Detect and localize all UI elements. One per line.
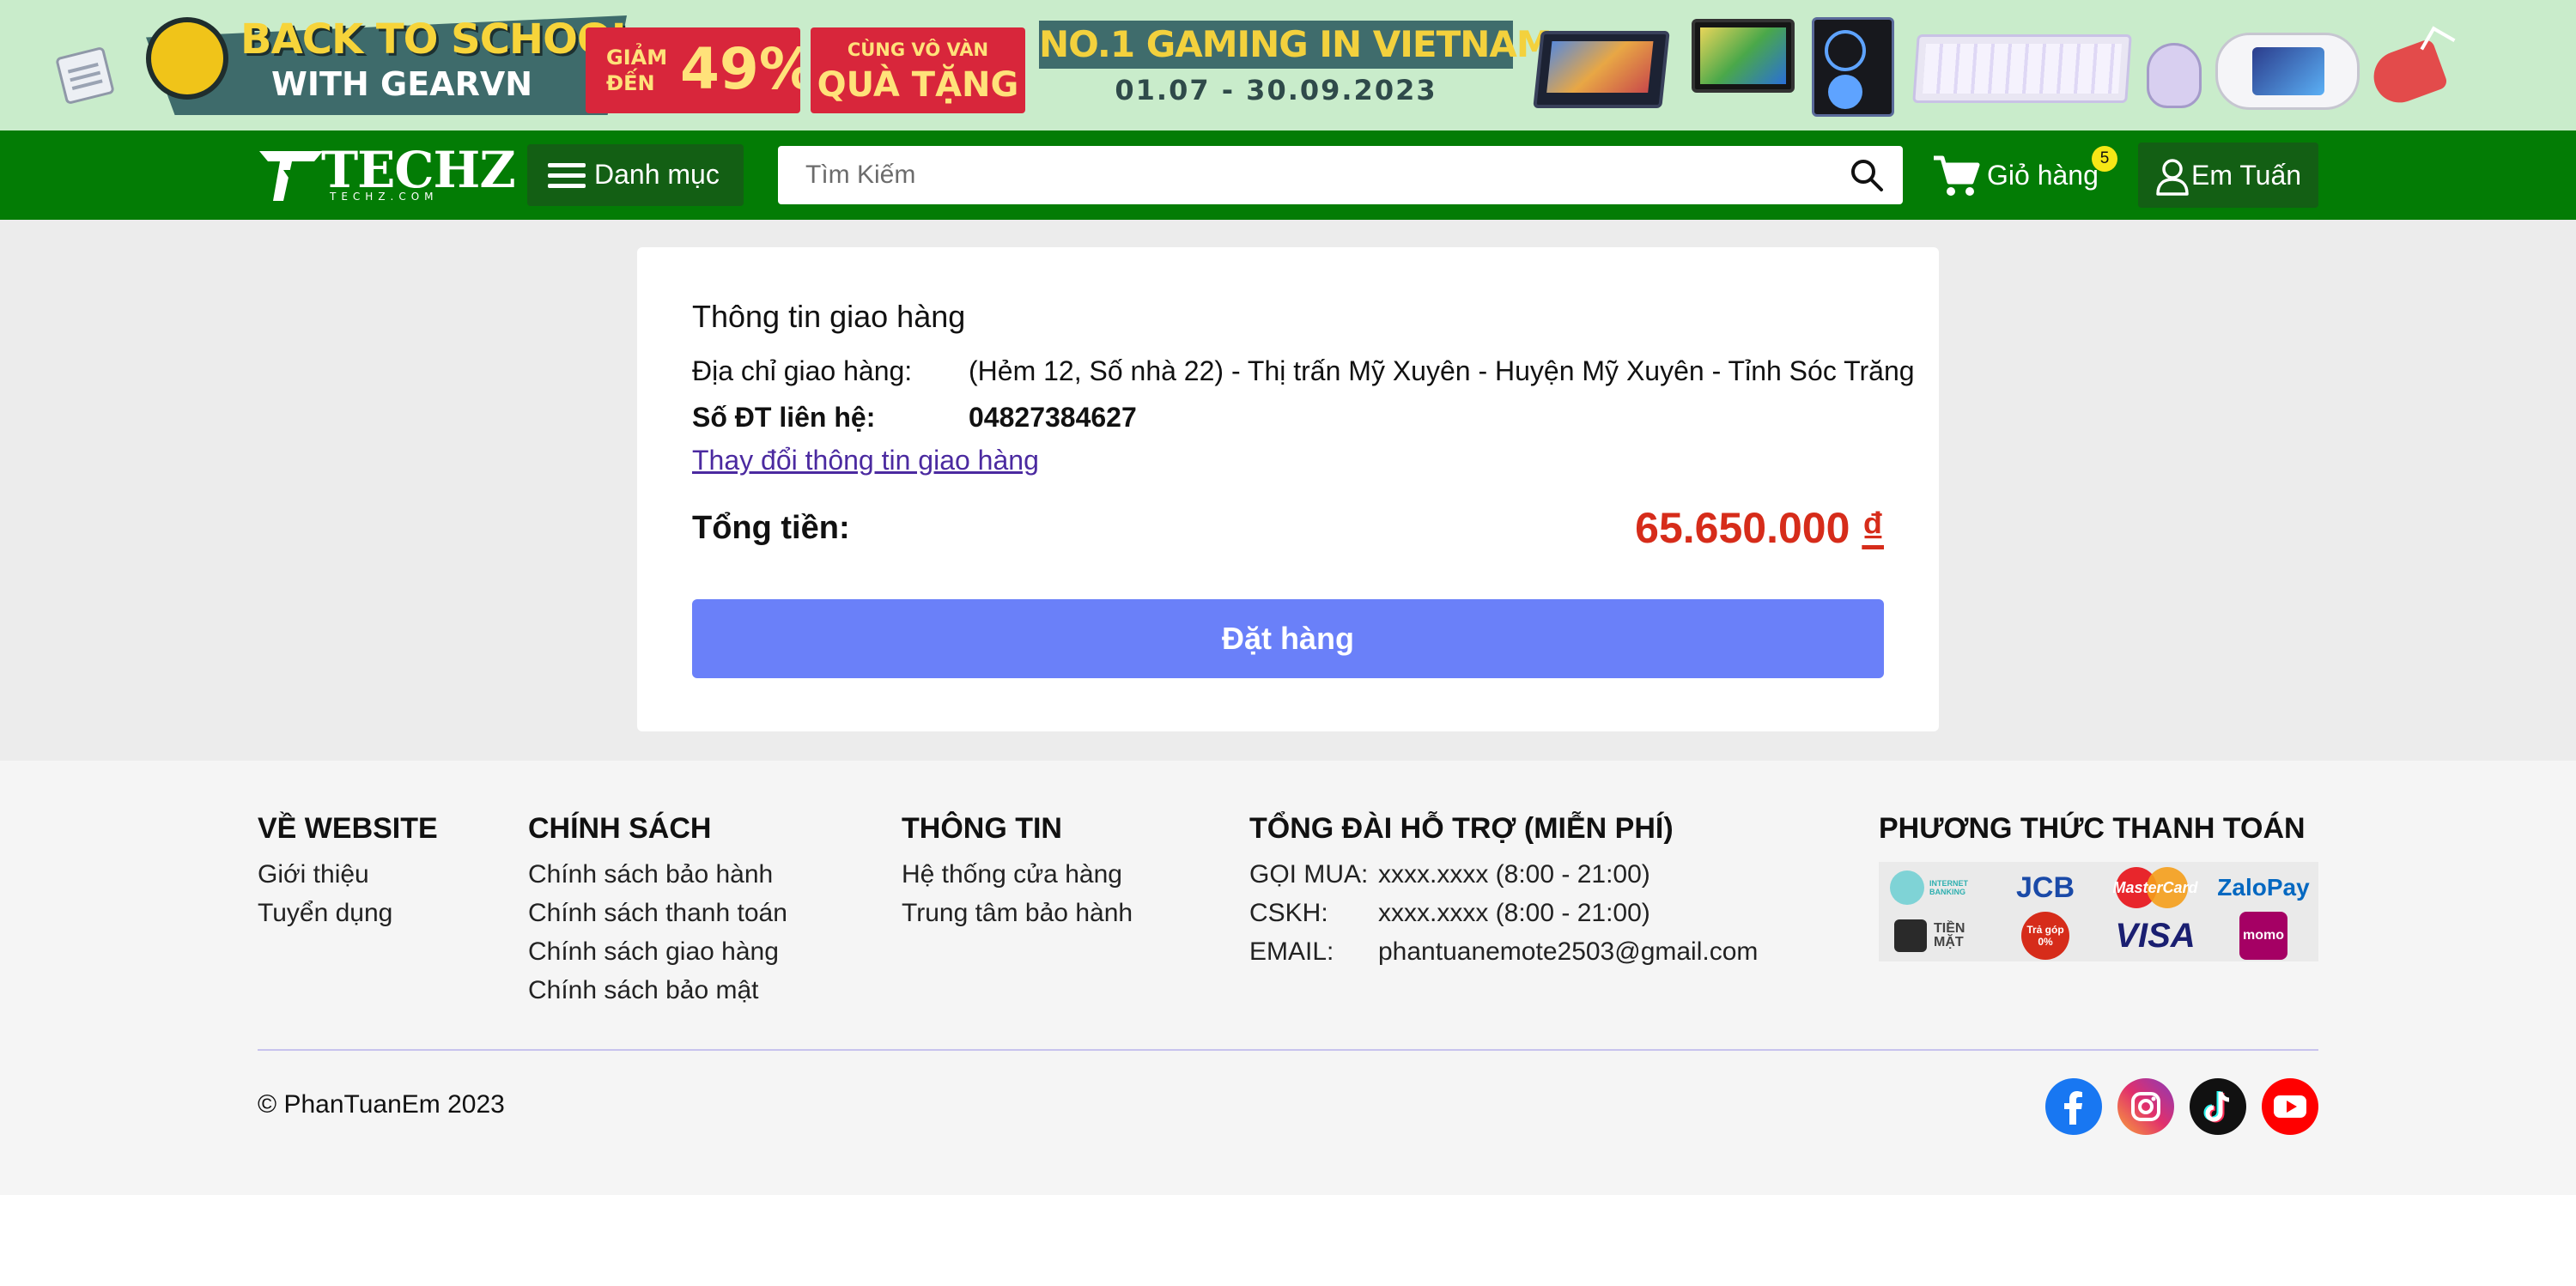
promo-banner[interactable]: BACK TO SCHOOL WITH GEARVN GIẢM ĐẾN 49% … [0,0,2576,130]
footer-divider [258,1049,2318,1051]
payment-zalopay: ZaloPay [2217,874,2310,901]
payment-jcb: JCB [2015,870,2075,904]
footer-link-careers[interactable]: Tuyển dụng [258,894,438,932]
promo-headline: BACK TO SCHOOL [240,15,637,64]
promo-date-range: 01.07 - 30.09.2023 [1115,74,1437,106]
footer-policy: CHÍNH SÁCH Chính sách bảo hành Chính sác… [528,812,787,1010]
user-icon [2156,159,2189,196]
youtube-icon[interactable] [2262,1078,2318,1135]
user-account-button[interactable]: Em Tuấn [2138,143,2318,208]
cart-label: Giỏ hàng [1987,160,2099,191]
total-amount-value: 65.650.000 [1635,504,1850,552]
shipping-title: Thông tin giao hàng [692,299,966,334]
promo-products [1460,14,2447,118]
footer-about-heading: VỀ WEBSITE [258,812,438,845]
promo-tagline-block: NO.1 GAMING IN VIETNAM 01.07 - 30.09.202… [1039,21,1552,117]
payment-visa: VISA [2115,916,2196,955]
footer-support-heading: TỔNG ĐÀI HỖ TRỢ (MIỄN PHÍ) [1249,812,1674,845]
mascot-icon [146,17,228,100]
payment-mastercard: MasterCard [2102,864,2208,912]
footer-info: THÔNG TIN Hệ thống cửa hàng Trung tâm bả… [902,812,1133,932]
support-row-buy: GỌI MUA: xxxx.xxxx (8:00 - 21:00) [1249,855,1758,894]
support-row-email: EMAIL: phantuanemote2503@gmail.com [1249,932,1758,971]
promo-gift-box: CÙNG VÔ VÀN QUÀ TẶNG [811,27,1025,113]
payment-cash: TIỀN MẶT [1882,912,1989,960]
support-email-link[interactable]: phantuanemote2503@gmail.com [1378,937,1758,966]
category-menu-label: Danh mục [594,159,720,190]
footer-policy-heading: CHÍNH SÁCH [528,812,712,845]
search-icon[interactable] [1850,158,1884,192]
support-row-care: CSKH: xxxx.xxxx (8:00 - 21:00) [1249,894,1758,932]
currency-symbol: ₫ [1862,504,1884,552]
support-key: GỌI MUA: [1249,860,1369,889]
promo-gift-prefix: CÙNG VÔ VÀN [847,39,989,60]
footer-link-about[interactable]: Giới thiệu [258,855,438,894]
site-header: TECHZ TECHZ.COM Danh mục Giỏ hàng 5 Em T… [0,130,2576,220]
promo-gift-text: QUÀ TẶNG [817,65,1019,105]
promo-discount-box: GIẢM ĐẾN 49% [586,27,800,113]
cart-count-badge: 5 [2092,146,2117,172]
footer-support: TỔNG ĐÀI HỖ TRỢ (MIỄN PHÍ) GỌI MUA: xxxx.… [1249,812,1758,971]
payment-installment: Trả góp 0% [1992,912,2099,960]
handheld-console-image [2215,33,2360,110]
facebook-icon[interactable] [2045,1078,2102,1135]
promo-discount-value: 49% [680,36,800,102]
support-value: xxxx.xxxx (8:00 - 21:00) [1378,860,1650,889]
keyboard-image [1912,34,2132,103]
address-label: Địa chỉ giao hàng: [692,355,913,386]
site-logo[interactable]: TECHZ TECHZ.COM [258,141,516,206]
hamburger-icon [548,163,586,189]
logo-mark-icon [259,151,323,201]
phone-label: Số ĐT liên hệ: [692,402,876,433]
footer-payment: PHƯƠNG THỨC THANH TOÁN INTERNET BANKING … [1879,812,2318,961]
footer-payment-heading: PHƯƠNG THỨC THANH TOÁN [1879,812,2306,845]
promo-tagline: NO.1 GAMING IN VIETNAM [1039,21,1552,69]
total-amount: 65.650.000 ₫ [1635,503,1884,553]
tiktok-icon[interactable] [2190,1078,2246,1135]
phone-value: 04827384627 [969,402,1137,433]
footer-link-shipping-policy[interactable]: Chính sách giao hàng [528,932,787,971]
footer-link-warranty-center[interactable]: Trung tâm bảo hành [902,894,1133,932]
support-key: EMAIL: [1249,937,1334,966]
support-key: CSKH: [1249,899,1328,927]
megaphone-icon [2365,26,2456,115]
footer-about: VỀ WEBSITE Giới thiệu Tuyển dụng [258,812,438,932]
address-value: (Hẻm 12, Số nhà 22) - Thị trấn Mỹ Xuyên … [969,355,1915,386]
instagram-icon[interactable] [2117,1078,2174,1135]
monitor-image [1692,19,1795,93]
promo-subheadline: WITH GEARVN [271,65,533,103]
support-value: xxxx.xxxx (8:00 - 21:00) [1378,899,1650,927]
total-label: Tổng tiền: [692,510,850,546]
payment-methods-grid: INTERNET BANKING JCB MasterCard ZaloPay … [1879,862,2318,961]
footer-link-privacy-policy[interactable]: Chính sách bảo mật [528,971,787,1010]
footer-link-warranty-policy[interactable]: Chính sách bảo hành [528,855,787,894]
cart-button[interactable]: Giỏ hàng 5 [1932,146,2117,204]
user-name: Em Tuấn [2191,160,2302,191]
cart-icon [1934,155,1980,196]
copyright: © PhanTuanEm 2023 [258,1090,505,1119]
payment-internet-banking: INTERNET BANKING [1882,864,1989,912]
search-input[interactable] [778,146,1843,204]
footer-link-payment-policy[interactable]: Chính sách thanh toán [528,894,787,932]
footer-link-stores[interactable]: Hệ thống cửa hàng [902,855,1133,894]
logo-subtext: TECHZ.COM [330,191,439,203]
mouse-image [2147,43,2202,108]
site-footer: VỀ WEBSITE Giới thiệu Tuyển dụng CHÍNH S… [0,761,2576,1195]
category-menu-button[interactable]: Danh mục [527,144,744,206]
promo-discount-prefix: GIẢM ĐẾN [606,45,668,95]
laptop-image [1533,31,1670,108]
notepad-icon [55,45,115,106]
payment-momo: momo [2210,912,2317,960]
change-shipping-link[interactable]: Thay đổi thông tin giao hàng [692,445,1039,476]
place-order-button[interactable]: Đặt hàng [692,599,1884,678]
pc-case-image [1812,17,1894,117]
search-bar [778,146,1903,204]
checkout-section: Thông tin giao hàng Địa chỉ giao hàng: (… [0,220,2576,761]
shipping-card: Thông tin giao hàng Địa chỉ giao hàng: (… [637,247,1939,731]
footer-info-heading: THÔNG TIN [902,812,1062,845]
